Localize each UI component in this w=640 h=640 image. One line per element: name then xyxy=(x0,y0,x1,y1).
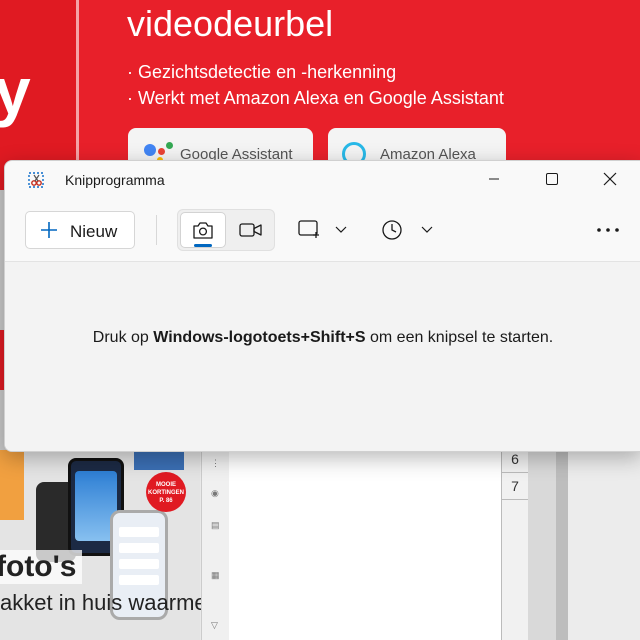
hint-text-after: om een knipsel te starten. xyxy=(365,329,554,346)
sheet-row-numbers: 6 7 xyxy=(501,450,528,640)
clock-icon xyxy=(382,220,402,240)
rectangle-snip-icon xyxy=(298,220,319,238)
side-toolbar-icon[interactable]: ▽ xyxy=(211,620,218,631)
snip-mode-toggle xyxy=(177,209,275,251)
snip-toolbar: Nieuw xyxy=(5,201,640,261)
more-icon xyxy=(597,228,619,232)
editor-side-toolbar: ⋮ ◉ ▤ ▦ ▽ xyxy=(201,450,230,640)
snipping-tool-window: Knipprogramma Nieuw Druk op Windows-logo… xyxy=(4,160,640,452)
video-mode-button[interactable] xyxy=(228,212,274,248)
window-title: Knipprogramma xyxy=(65,172,165,188)
ad-bullet-2: · Werkt met Amazon Alexa en Google Assis… xyxy=(127,88,504,108)
google-assistant-icon-dot-red xyxy=(158,148,165,155)
new-snip-label: Nieuw xyxy=(70,222,118,241)
maximize-button[interactable] xyxy=(529,161,575,197)
close-icon xyxy=(603,172,617,186)
delay-timer-dropdown[interactable] xyxy=(375,213,435,247)
plus-icon xyxy=(41,222,57,238)
chevron-down-icon xyxy=(335,226,347,233)
snip-shape-dropdown[interactable] xyxy=(293,213,353,247)
google-assistant-icon-dot-green xyxy=(166,142,173,149)
side-toolbar-icon[interactable]: ▦ xyxy=(211,570,220,581)
maximize-icon xyxy=(546,173,558,185)
minimize-icon xyxy=(489,178,499,180)
close-button[interactable] xyxy=(587,161,633,197)
snip-canvas-area: Druk op Windows-logotoets+Shift+S om een… xyxy=(5,262,640,451)
chevron-down-icon xyxy=(421,226,433,233)
ad-big-letter: y xyxy=(0,54,31,128)
phone-row xyxy=(119,543,159,553)
camera-icon xyxy=(193,222,213,239)
article-title[interactable]: foto's xyxy=(0,550,83,584)
shortcut-hint: Druk op Windows-logotoets+Shift+S om een… xyxy=(5,329,640,347)
phone-row xyxy=(119,559,159,569)
more-options-button[interactable] xyxy=(591,213,625,247)
magazine-cover-image xyxy=(0,450,24,520)
hint-shortcut: Windows-logotoets+Shift+S xyxy=(153,329,366,346)
minimize-button[interactable] xyxy=(471,161,517,197)
phone-row xyxy=(119,527,159,537)
globe-icon[interactable]: ◉ xyxy=(211,488,219,499)
side-toolbar-icon[interactable]: ▤ xyxy=(211,520,220,531)
row-number[interactable]: 7 xyxy=(502,473,528,500)
hint-text-before: Druk op xyxy=(92,329,154,346)
phone-row xyxy=(119,575,159,585)
screenshot-mode-button[interactable] xyxy=(180,212,226,248)
selected-indicator xyxy=(194,244,212,247)
ad-bullet-1: · Gezichtsdetectie en -herkenning xyxy=(127,62,397,82)
new-snip-button[interactable]: Nieuw xyxy=(25,211,135,249)
ad-headline: videodeurbel xyxy=(127,3,334,44)
discount-badge: MOOIE KORTINGEN P. 86 xyxy=(146,472,186,512)
background-scrollbar[interactable] xyxy=(556,450,568,640)
background-right-area xyxy=(568,450,640,640)
toolbar-separator xyxy=(156,215,157,245)
snipping-tool-app-icon xyxy=(28,172,44,188)
side-toolbar-icon[interactable]: ⋮ xyxy=(211,458,220,469)
title-bar[interactable]: Knipprogramma xyxy=(5,161,640,197)
magazine-cover-strip xyxy=(134,450,184,470)
video-camera-icon xyxy=(239,223,262,237)
google-assistant-icon xyxy=(144,144,156,156)
document-area xyxy=(229,450,501,640)
